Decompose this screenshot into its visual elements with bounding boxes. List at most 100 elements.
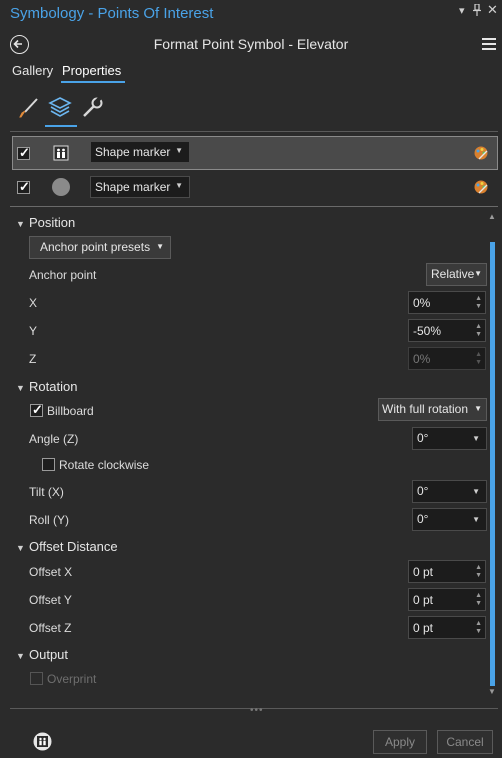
section-offset-header[interactable]: ▼ Offset Distance: [16, 539, 118, 554]
tilt-value: 0°: [417, 484, 429, 498]
anchor-point-dropdown[interactable]: Relative ▼: [426, 263, 487, 286]
apply-button[interactable]: Apply: [373, 730, 427, 754]
chevron-down-icon: ▼: [472, 515, 480, 524]
scroll-up-icon[interactable]: ▲: [488, 212, 496, 221]
menu-icon[interactable]: [482, 38, 496, 50]
tilt-field[interactable]: 0° ▼: [412, 480, 487, 503]
spinner-icon[interactable]: ▲ ▼: [475, 592, 482, 608]
spinner-icon[interactable]: ▲ ▼: [475, 564, 482, 580]
icon-tab-active-indicator: [45, 125, 77, 127]
section-position-title: Position: [29, 215, 76, 230]
x-value: 0%: [413, 296, 431, 310]
section-position-header[interactable]: ▼ Position: [16, 215, 75, 230]
scrollbar-thumb[interactable]: [490, 242, 495, 686]
z-label: Z: [29, 352, 37, 366]
wrench-icon[interactable]: [79, 95, 105, 121]
offset-z-label: Offset Z: [29, 621, 72, 635]
elevator-preview-icon: [33, 732, 52, 754]
elevator-icon: [53, 145, 69, 164]
spinner-icon[interactable]: ▲ ▼: [475, 323, 482, 339]
palette-icon[interactable]: [473, 145, 489, 164]
roll-value: 0°: [417, 512, 429, 526]
layers-icon[interactable]: [47, 95, 73, 121]
x-field[interactable]: 0% ▲ ▼: [408, 291, 486, 314]
z-field: 0% ▲ ▼: [408, 347, 486, 370]
anchor-point-label: Anchor point: [29, 268, 97, 282]
angle-label: Angle (Z): [29, 432, 79, 446]
offset-x-field[interactable]: 0 pt ▲ ▼: [408, 560, 486, 583]
angle-value: 0°: [417, 431, 429, 445]
tab-properties[interactable]: Properties: [62, 63, 121, 78]
y-field[interactable]: -50% ▲ ▼: [408, 319, 486, 342]
circle-icon: [51, 177, 71, 200]
divider: [10, 206, 498, 207]
section-output-header[interactable]: ▼ Output: [16, 647, 68, 662]
layer-2-type-dropdown[interactable]: Shape marker ▼: [90, 176, 190, 198]
section-rotation-header[interactable]: ▼ Rotation: [16, 379, 77, 394]
billboard-mode-dropdown[interactable]: With full rotation ▼: [378, 398, 487, 421]
cancel-button[interactable]: Cancel: [437, 730, 493, 754]
overprint-checkbox: [30, 672, 43, 685]
tilt-label: Tilt (X): [29, 485, 64, 499]
spinner-icon[interactable]: ▲ ▼: [475, 295, 482, 311]
overprint-label: Overprint: [47, 672, 97, 686]
chevron-down-icon: ▼: [474, 404, 482, 413]
chevron-down-icon: ▼: [16, 651, 25, 661]
angle-field[interactable]: 0° ▼: [412, 427, 487, 450]
rotate-clockwise-checkbox[interactable]: [42, 458, 55, 471]
chevron-down-icon: ▼: [16, 383, 25, 393]
roll-field[interactable]: 0° ▼: [412, 508, 487, 531]
section-offset-title: Offset Distance: [29, 539, 118, 554]
layer-row-2[interactable]: [12, 170, 498, 204]
layer-2-type-label: Shape marker: [95, 180, 171, 194]
chevron-down-icon: ▼: [16, 543, 25, 553]
chevron-down-icon: ▼: [175, 146, 183, 155]
layer-1-type-label: Shape marker: [95, 145, 171, 159]
y-label: Y: [29, 324, 38, 338]
billboard-label: Billboard: [47, 404, 94, 418]
offset-y-label: Offset Y: [29, 593, 72, 607]
layer-1-type-dropdown[interactable]: Shape marker ▼: [90, 141, 190, 163]
layer-2-visible-checkbox[interactable]: [17, 179, 30, 195]
scroll-down-icon[interactable]: ▼: [488, 687, 496, 696]
rotate-clockwise-label: Rotate clockwise: [59, 458, 150, 472]
billboard-mode-value: With full rotation: [382, 402, 469, 416]
window-title: Symbology - Points Of Interest: [10, 5, 214, 22]
offset-x-value: 0 pt: [413, 565, 434, 579]
spinner-icon: ▲ ▼: [475, 351, 482, 366]
divider: [10, 131, 498, 132]
section-output-title: Output: [29, 647, 69, 662]
offset-z-field[interactable]: 0 pt ▲ ▼: [408, 616, 486, 639]
z-value: 0%: [413, 352, 431, 366]
offset-y-value: 0 pt: [413, 593, 434, 607]
chevron-down-icon: ▼: [16, 219, 25, 229]
close-icon[interactable]: ✕: [487, 2, 498, 18]
layer-row-1[interactable]: [12, 136, 498, 170]
chevron-down-icon: ▼: [472, 487, 480, 496]
chevron-down-icon: ▼: [156, 242, 164, 251]
chevron-down-icon: ▼: [472, 434, 480, 443]
page-title: Format Point Symbol - Elevator: [153, 36, 349, 52]
section-rotation-title: Rotation: [29, 379, 78, 394]
anchor-presets-label: Anchor point presets: [40, 240, 151, 254]
billboard-checkbox[interactable]: [30, 402, 43, 418]
offset-x-label: Offset X: [29, 565, 73, 579]
tab-active-indicator: [61, 81, 125, 83]
tab-gallery[interactable]: Gallery: [12, 63, 53, 78]
resize-grip-icon[interactable]: •••: [250, 705, 264, 716]
brush-icon[interactable]: [16, 95, 42, 121]
anchor-point-value: Relative: [431, 267, 475, 281]
chevron-down-icon: ▼: [474, 269, 482, 278]
palette-icon[interactable]: [473, 179, 489, 198]
y-value: -50%: [413, 324, 442, 338]
x-label: X: [29, 296, 38, 310]
layer-1-visible-checkbox[interactable]: [17, 145, 30, 161]
anchor-presets-dropdown[interactable]: Anchor point presets ▼: [29, 236, 171, 259]
chevron-down-icon: ▼: [175, 181, 183, 190]
offset-y-field[interactable]: 0 pt ▲ ▼: [408, 588, 486, 611]
offset-z-value: 0 pt: [413, 621, 434, 635]
roll-label: Roll (Y): [29, 513, 70, 527]
pin-icon[interactable]: [472, 3, 482, 19]
spinner-icon[interactable]: ▲ ▼: [475, 620, 482, 636]
dropdown-arrow-icon[interactable]: ▾: [459, 4, 465, 17]
